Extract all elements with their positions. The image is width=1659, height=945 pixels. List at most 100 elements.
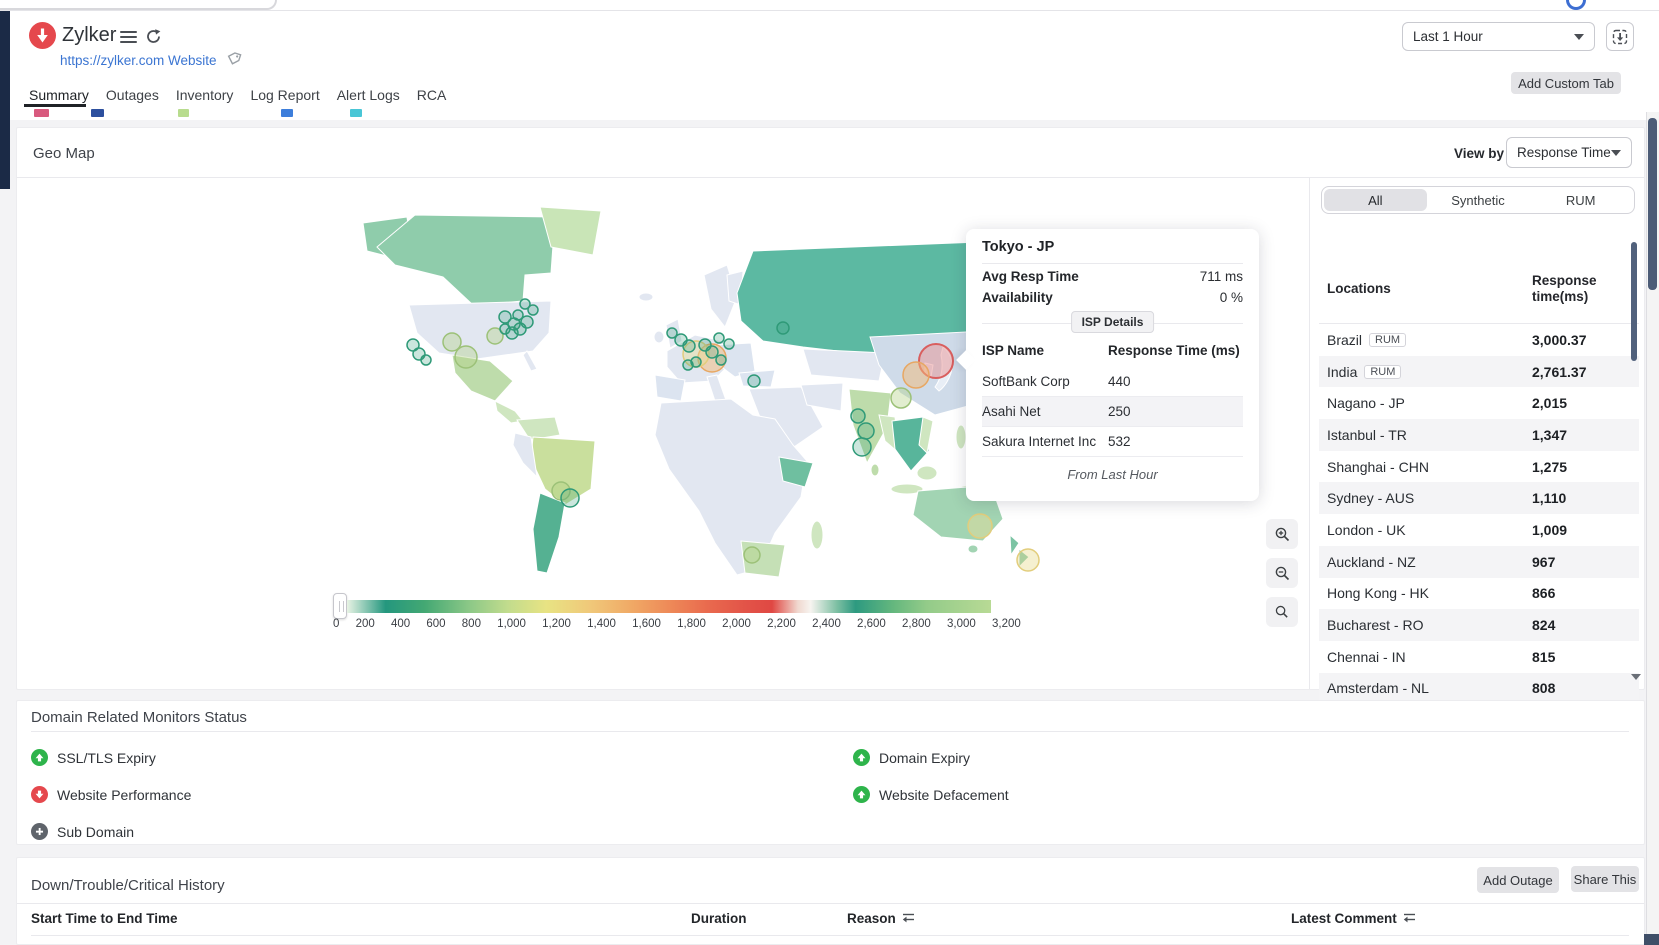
map-marker[interactable] <box>968 514 992 538</box>
domain-monitor-website-performance[interactable]: Website Performance <box>31 776 853 813</box>
continents <box>363 207 1055 577</box>
location-row[interactable]: Bucharest - RO824 <box>1319 609 1639 641</box>
map-marker[interactable] <box>520 299 530 309</box>
tab-alert-logs[interactable]: Alert Logs <box>337 87 400 103</box>
location-row[interactable]: Nagano - JP2,015 <box>1319 387 1639 419</box>
page-scrollbar-thumb[interactable] <box>1648 118 1657 290</box>
history-column-reason[interactable]: Reason <box>847 911 915 926</box>
location-name: Shanghai - CHN <box>1327 459 1429 475</box>
add-outage-button[interactable]: Add Outage <box>1477 867 1559 893</box>
domain-monitor-label: Sub Domain <box>57 824 134 840</box>
view-by-label: View by <box>1454 146 1504 161</box>
tab-outages[interactable]: Outages <box>106 87 159 103</box>
world-geo-map[interactable] <box>355 205 1055 590</box>
add-custom-tab-button[interactable]: Add Custom Tab <box>1511 72 1621 94</box>
map-marker[interactable] <box>443 333 461 351</box>
filter-icon[interactable] <box>1403 911 1416 926</box>
view-by-select[interactable]: Response Time <box>1506 137 1632 168</box>
tag-icon[interactable] <box>226 51 242 67</box>
isp-resp-column: Response Time (ms) <box>1108 343 1240 358</box>
map-marker[interactable] <box>521 316 533 328</box>
domain-monitor-ssl-tls-expiry[interactable]: SSL/TLS Expiry <box>31 739 853 776</box>
map-marker[interactable] <box>853 438 871 456</box>
panel-scrollbar-thumb[interactable] <box>1631 242 1637 361</box>
panel-tab-rum[interactable]: RUM <box>1529 189 1632 211</box>
map-zoom-out-button[interactable] <box>1266 558 1298 588</box>
map-marker[interactable] <box>561 489 579 507</box>
tab-summary[interactable]: Summary <box>29 87 89 103</box>
location-response-time: 824 <box>1532 617 1555 633</box>
legend-tick: 2,400 <box>812 618 841 630</box>
legend-tick: 800 <box>462 618 481 630</box>
panel-tab-all[interactable]: All <box>1324 189 1427 211</box>
location-row[interactable]: Chennai - IN815 <box>1319 641 1639 673</box>
monitor-url-link[interactable]: https://zylker.com <box>60 53 164 68</box>
location-name: London - UK <box>1327 522 1406 538</box>
map-marker[interactable] <box>748 375 760 387</box>
avg-resp-value: 711 ms <box>1200 269 1243 289</box>
location-row[interactable]: Auckland - NZ967 <box>1319 546 1639 578</box>
location-row[interactable]: BrazilRUM3,000.37 <box>1319 324 1639 356</box>
location-row[interactable]: Hong Kong - HK866 <box>1319 578 1639 610</box>
panel-scroll-down-icon[interactable] <box>1631 674 1641 680</box>
tab-inventory[interactable]: Inventory <box>176 87 234 103</box>
legend-range-handle[interactable] <box>333 593 347 619</box>
location-name: Amsterdam - NL <box>1327 680 1429 696</box>
history-column-latest-comment[interactable]: Latest Comment <box>1291 911 1416 926</box>
refresh-icon[interactable] <box>145 28 162 45</box>
location-row[interactable]: Shanghai - CHN1,275 <box>1319 451 1639 483</box>
map-marker[interactable] <box>421 355 431 365</box>
domain-monitor-website-defacement[interactable]: Website Defacement <box>853 776 1631 813</box>
location-response-time: 1,347 <box>1532 427 1567 443</box>
filter-icon[interactable] <box>902 911 915 926</box>
rum-badge: RUM <box>1364 365 1401 379</box>
isp-response-time: 532 <box>1108 434 1131 449</box>
map-marker[interactable] <box>683 360 693 370</box>
monitor-type-link[interactable]: Website <box>168 53 217 68</box>
hamburger-menu-icon[interactable] <box>120 31 137 44</box>
location-name: Sydney - AUS <box>1327 490 1414 506</box>
legend-tick: 600 <box>426 618 445 630</box>
add-to-dashboard-button[interactable] <box>1606 22 1634 51</box>
map-zoom-reset-button[interactable] <box>1266 597 1298 627</box>
map-marker[interactable] <box>858 423 874 439</box>
domain-monitor-label: SSL/TLS Expiry <box>57 750 156 766</box>
legend-tick: 2,000 <box>722 618 751 630</box>
share-this-button[interactable]: Share This <box>1571 866 1639 892</box>
panel-tab-synthetic[interactable]: Synthetic <box>1427 189 1530 211</box>
legend-tick: 1,400 <box>587 618 616 630</box>
tab-rca[interactable]: RCA <box>417 87 447 103</box>
map-zoom-in-button[interactable] <box>1266 519 1298 549</box>
map-marker[interactable] <box>706 346 718 358</box>
domain-monitor-domain-expiry[interactable]: Domain Expiry <box>853 739 1631 776</box>
legend-gradient-bar[interactable] <box>347 600 991 613</box>
domain-monitor-sub-domain[interactable]: Sub Domain <box>31 813 853 850</box>
chevron-down-icon <box>1611 150 1621 156</box>
domain-monitors-card: Domain Related Monitors Status SSL/TLS E… <box>16 700 1645 845</box>
tooltip-footer: From Last Hour <box>966 467 1259 482</box>
isp-name: SoftBank Corp <box>982 374 1070 389</box>
location-row[interactable]: London - UK1,009 <box>1319 514 1639 546</box>
map-marker[interactable] <box>714 333 724 343</box>
map-marker[interactable] <box>891 388 911 408</box>
status-down-icon <box>31 786 48 803</box>
map-marker[interactable] <box>724 339 734 349</box>
legend-tick: 1,200 <box>542 618 571 630</box>
map-marker[interactable] <box>744 547 760 563</box>
location-row[interactable]: Sydney - AUS1,110 <box>1319 482 1639 514</box>
history-title: Down/Trouble/Critical History <box>31 877 225 894</box>
browser-corner-fragment <box>0 0 277 10</box>
monitor-header: Zylker https://zylker.com Website Summar… <box>0 11 1659 120</box>
map-marker[interactable] <box>500 324 510 334</box>
map-marker[interactable] <box>777 322 789 334</box>
location-row[interactable]: Istanbul - TR1,347 <box>1319 419 1639 451</box>
map-marker[interactable] <box>851 409 865 423</box>
time-range-select[interactable]: Last 1 Hour <box>1402 22 1595 51</box>
tab-log-report[interactable]: Log Report <box>250 87 319 103</box>
map-marker[interactable] <box>903 362 929 388</box>
location-row[interactable]: IndiaRUM2,761.37 <box>1319 356 1639 388</box>
map-marker[interactable] <box>683 340 695 352</box>
isp-name: Sakura Internet Inc <box>982 434 1096 449</box>
map-marker[interactable] <box>716 355 726 365</box>
map-marker[interactable] <box>1017 549 1039 571</box>
